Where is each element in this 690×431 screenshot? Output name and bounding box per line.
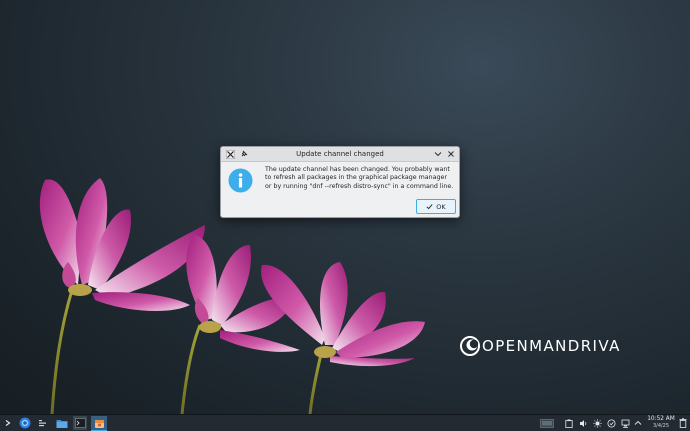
dialog-message: The update channel has been changed. You… <box>265 166 454 190</box>
volume-icon[interactable] <box>578 416 588 430</box>
information-icon <box>228 168 253 193</box>
trash-icon[interactable] <box>678 416 688 430</box>
file-manager-icon[interactable] <box>55 416 69 430</box>
application-launcher-icon[interactable] <box>3 416 13 430</box>
update-channel-dialog: Update channel changed The update channe… <box>220 146 460 218</box>
dialog-title: Update channel changed <box>296 150 384 158</box>
flower-stem <box>50 289 74 414</box>
dialog-body: The update channel has been changed. You… <box>221 162 459 219</box>
openmandriva-logo: OPENMANDRIVA <box>460 336 621 356</box>
openmandriva-logo-icon <box>460 336 480 356</box>
x11-app-icon[interactable] <box>225 149 235 159</box>
virtual-desktop-pager[interactable] <box>539 416 555 430</box>
browser-icon[interactable] <box>18 416 32 430</box>
pin-icon[interactable] <box>239 149 249 159</box>
ok-button-label: OK <box>436 202 446 211</box>
brightness-icon[interactable] <box>592 416 602 430</box>
update-icon[interactable] <box>606 416 616 430</box>
flower-left <box>39 178 205 312</box>
flower-stem <box>308 349 324 414</box>
clock-time: 10:52 AM <box>647 416 675 422</box>
taskbar-clock[interactable]: 10:52 AM 3/4/25 <box>646 416 676 429</box>
checkmark-icon <box>426 203 433 210</box>
logo-text: OPENMANDRIVA <box>482 337 621 355</box>
close-icon[interactable] <box>446 149 456 159</box>
terminal-icon[interactable] <box>73 416 87 430</box>
flower-stem <box>180 324 202 414</box>
clock-date: 3/4/25 <box>652 423 670 429</box>
software-center-icon[interactable] <box>91 416 107 431</box>
dialog-titlebar[interactable]: Update channel changed <box>221 147 459 162</box>
ok-button[interactable]: OK <box>416 199 456 214</box>
clipboard-icon[interactable] <box>564 416 574 430</box>
network-icon[interactable] <box>620 416 630 430</box>
desktop: OPENMANDRIVA Update channel changed The … <box>0 0 690 431</box>
taskbar: 10:52 AM 3/4/25 <box>0 414 690 431</box>
chevron-down-icon[interactable] <box>433 149 443 159</box>
expand-tray-icon[interactable] <box>633 416 643 430</box>
task-manager-icon[interactable] <box>37 416 49 430</box>
